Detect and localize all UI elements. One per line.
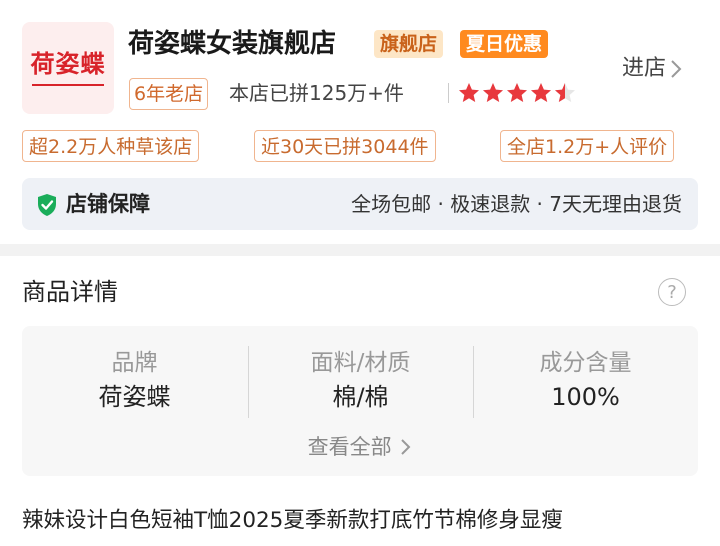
spec-summary[interactable]: 品牌 荷姿蝶 面料/材质 棉/棉 成分含量 100% 查看全部 (22, 326, 698, 476)
help-icon[interactable]: ? (658, 278, 686, 306)
spec-composition: 成分含量 100% (473, 346, 698, 414)
guarantee-title: 店铺保障 (66, 192, 150, 216)
divider (448, 83, 449, 103)
spec-value: 荷姿蝶 (98, 383, 171, 411)
spec-value: 100% (551, 383, 620, 411)
spec-label: 品牌 (111, 350, 158, 376)
spec-label: 成分含量 (539, 350, 632, 376)
store-age-badge: 6年老店 (129, 78, 209, 110)
product-title: 辣妹设计白色短袖T恤2025夏季新款打底竹节棉修身显瘦 (22, 508, 563, 533)
enter-store-label: 进店 (622, 56, 667, 81)
store-tag[interactable]: 全店1.2万+人评价 (500, 130, 675, 162)
store-logo-text: 荷姿蝶 (30, 50, 106, 78)
store-card: 荷姿蝶 荷姿蝶女装旗舰店 旗舰店 夏日优惠 进店 6年老店 本店已拼125万+件… (0, 0, 720, 244)
store-logo[interactable]: 荷姿蝶 (22, 22, 114, 114)
spec-brand: 品牌 荷姿蝶 (22, 346, 247, 414)
star-full-icon (459, 83, 479, 102)
chevron-right-icon (671, 60, 682, 78)
logo-underline (32, 84, 104, 86)
store-sold-count: 本店已拼125万+件 (229, 81, 404, 105)
store-rating-stars (458, 79, 578, 107)
product-details-title: 商品详情 (22, 278, 118, 306)
star-full-icon (507, 83, 527, 102)
flagship-badge: 旗舰店 (374, 30, 444, 58)
chevron-right-icon (401, 439, 411, 455)
spec-label: 面料/材质 (310, 350, 411, 376)
store-name[interactable]: 荷姿蝶女装旗舰店 (128, 27, 336, 61)
store-guarantee-bar[interactable]: 店铺保障 全场包邮 · 极速退款 · 7天无理由退货 (22, 178, 698, 230)
spec-value: 棉/棉 (332, 383, 389, 411)
spec-material: 面料/材质 棉/棉 (248, 346, 473, 414)
view-all-label: 查看全部 (307, 435, 392, 459)
star-full-icon (483, 83, 503, 102)
store-tags: 超2.2万人种草该店 近30天已拼3044件 全店1.2万+人评价 (0, 126, 720, 166)
store-tag[interactable]: 近30天已拼3044件 (254, 130, 436, 162)
promo-badge[interactable]: 夏日优惠 (460, 30, 549, 58)
guarantee-items: 全场包邮 · 极速退款 · 7天无理由退货 (351, 192, 682, 216)
enter-store-button[interactable]: 进店 (622, 54, 682, 84)
store-tag[interactable]: 超2.2万人种草该店 (22, 130, 200, 162)
view-all-specs-link[interactable]: 查看全部 (22, 432, 698, 462)
section-separator (0, 244, 720, 256)
star-full-icon (531, 83, 551, 102)
star-half-icon (555, 83, 575, 102)
shield-check-icon (38, 194, 56, 216)
